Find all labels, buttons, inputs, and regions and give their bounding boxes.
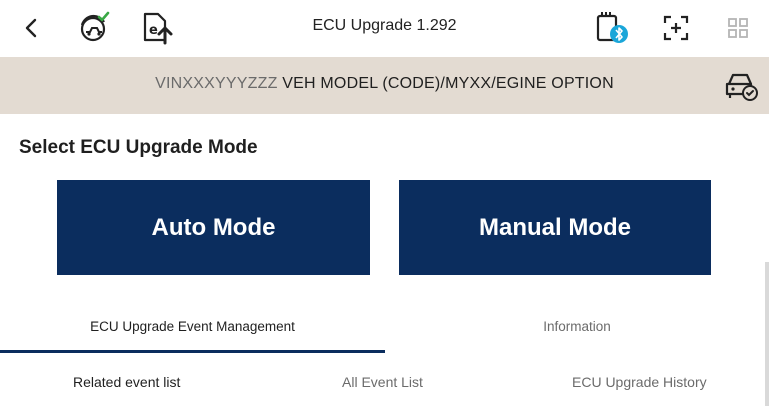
screen-capture-icon[interactable] — [656, 8, 696, 48]
vehicle-status-icon[interactable] — [725, 70, 759, 102]
tab-label: Information — [543, 319, 611, 334]
main-tabs: ECU Upgrade Event Management Information — [0, 300, 769, 353]
vehicle-model-info: VEH MODEL (CODE)/MYXX/EGINE OPTION — [282, 75, 614, 92]
vin-code: VINXXXYYYZZZ — [155, 75, 278, 92]
active-tab-indicator — [0, 350, 385, 353]
page-title: ECU Upgrade 1.292 — [312, 17, 457, 34]
subtab-related-event-list[interactable]: Related event list — [73, 374, 180, 390]
manual-mode-button[interactable]: Manual Mode — [399, 180, 711, 275]
tab-information[interactable]: Information — [385, 300, 769, 353]
sub-tabs: Related event list All Event List ECU Up… — [0, 370, 769, 406]
vehicle-info-bar: VINXXXYYYZZZ VEH MODEL (CODE)/MYXX/EGINE… — [0, 57, 769, 114]
top-app-bar: e ECU Upgrade 1.292 — [0, 0, 769, 57]
section-title: Select ECU Upgrade Mode — [19, 137, 258, 158]
tab-label: ECU Upgrade Event Management — [90, 319, 295, 334]
grid-menu-icon[interactable] — [718, 8, 758, 48]
auto-mode-button[interactable]: Auto Mode — [57, 180, 370, 275]
subtab-all-event-list[interactable]: All Event List — [342, 374, 423, 390]
vehicle-info: VINXXXYYYZZZ VEH MODEL (CODE)/MYXX/EGINE… — [0, 75, 769, 93]
subtab-ecu-upgrade-history[interactable]: ECU Upgrade History — [572, 374, 707, 390]
vci-bluetooth-icon[interactable] — [592, 8, 632, 48]
tab-ecu-upgrade-event-management[interactable]: ECU Upgrade Event Management — [0, 300, 385, 353]
scrollbar[interactable] — [765, 262, 769, 406]
